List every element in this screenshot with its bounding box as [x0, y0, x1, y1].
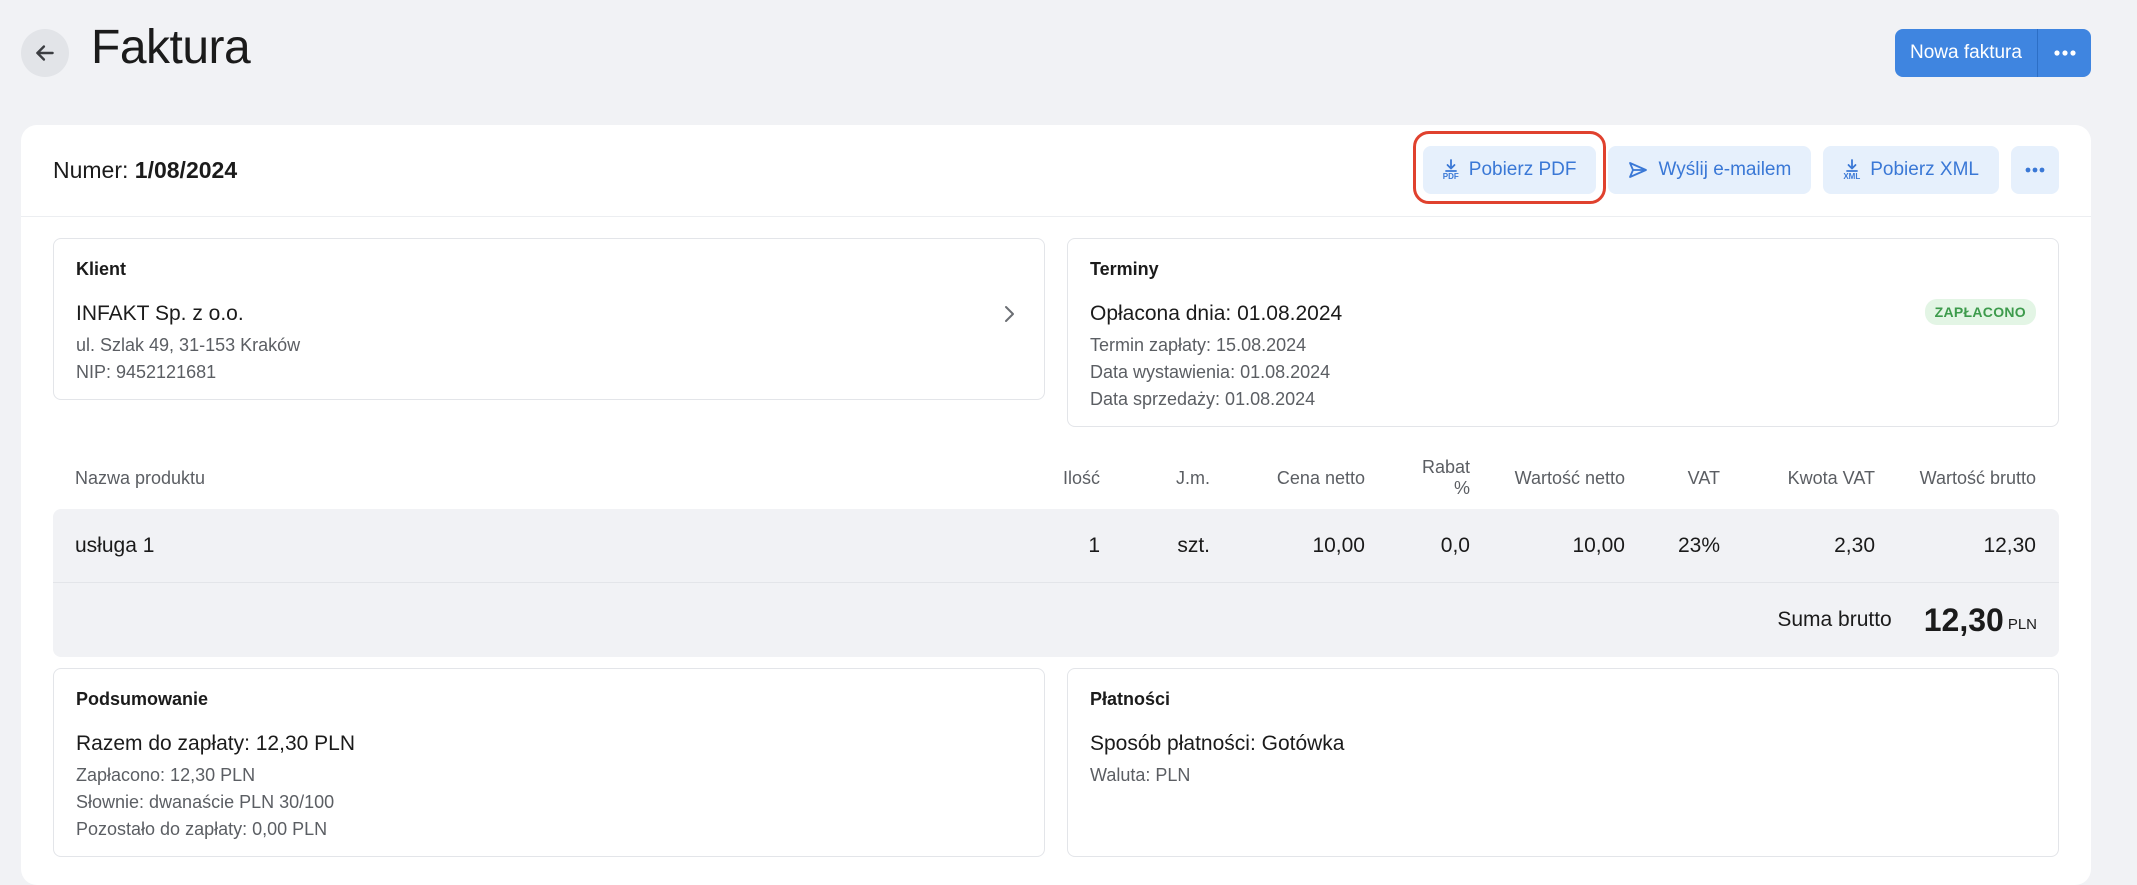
- col-gross-value: Wartość brutto: [1919, 467, 2036, 488]
- terms-title: Terminy: [1090, 259, 1159, 279]
- download-xml-label: Pobierz XML: [1870, 159, 1979, 180]
- item-discount: 0,0: [1440, 533, 1470, 557]
- item-net-value: 10,00: [1572, 533, 1625, 557]
- paid-on-date: Opłacona dnia: 01.08.2024: [1090, 302, 1343, 325]
- send-email-button[interactable]: Wyślij e-mailem: [1608, 146, 1812, 194]
- payments-title: Płatności: [1090, 689, 1171, 709]
- page-title: Faktura: [91, 21, 251, 74]
- client-address: ul. Szlak 49, 31-153 Kraków: [76, 335, 301, 355]
- client-nip: NIP: 9452121681: [76, 362, 217, 382]
- col-discount: Rabat %: [1421, 457, 1470, 498]
- payment-currency: Waluta: PLN: [1090, 765, 1191, 785]
- summary-to-pay: Razem do zapłaty: 12,30 PLN: [76, 732, 355, 755]
- total-currency: PLN: [2007, 616, 2037, 633]
- more-actions-button[interactable]: [2011, 146, 2059, 194]
- download-xml-icon: XML: [1843, 159, 1860, 181]
- client-name: INFAKT Sp. z o.o.: [76, 302, 244, 325]
- terms-box: Terminy Opłacona dnia: 01.08.2024 Termin…: [1067, 238, 2059, 427]
- item-unit: szt.: [1177, 533, 1210, 557]
- back-button[interactable]: [21, 29, 69, 77]
- new-invoice-split-button: Nowa faktura: [1895, 29, 2091, 77]
- send-icon: [1629, 162, 1648, 178]
- invoice-card: Numer: 1/08/2024 PDF Pobierz PDF Wyślij …: [21, 125, 2091, 885]
- col-vat: VAT: [1687, 467, 1720, 488]
- item-qty: 1: [1088, 533, 1100, 557]
- more-dots-icon: [2025, 167, 2045, 173]
- top-bar: Faktura Nowa faktura: [0, 0, 2137, 110]
- table-header: Nazwa produktu Ilość J.m. Cena netto Rab…: [53, 447, 2059, 509]
- item-vat: 23%: [1677, 533, 1720, 557]
- total-label: Suma brutto: [1777, 608, 1892, 631]
- total-row: Suma brutto 12,30 PLN: [53, 583, 2059, 657]
- invoice-number-label: Numer:: [53, 157, 129, 183]
- summary-title: Podsumowanie: [76, 689, 209, 709]
- invoice-number: Numer: 1/08/2024: [53, 157, 237, 184]
- summary-remaining: Pozostało do zapłaty: 0,00 PLN: [76, 819, 328, 839]
- col-name: Nazwa produktu: [75, 467, 206, 488]
- invoice-card-header: Numer: 1/08/2024 PDF Pobierz PDF Wyślij …: [21, 125, 2091, 217]
- more-dots-icon: [2053, 50, 2076, 56]
- col-net-price: Cena netto: [1276, 467, 1365, 488]
- sale-date: Data sprzedaży: 01.08.2024: [1090, 389, 1316, 409]
- issue-date: Data wystawienia: 01.08.2024: [1090, 362, 1331, 382]
- col-unit: J.m.: [1176, 467, 1210, 488]
- col-vat-amount: Kwota VAT: [1787, 467, 1875, 488]
- status-badge: ZAPŁACONO: [1924, 299, 2036, 325]
- client-box[interactable]: Klient INFAKT Sp. z o.o. ul. Szlak 49, 3…: [53, 238, 1045, 400]
- item-vat-amount: 2,30: [1834, 533, 1875, 557]
- summary-box: Podsumowanie Razem do zapłaty: 12,30 PLN…: [53, 668, 1045, 857]
- new-invoice-more-button[interactable]: [2038, 29, 2091, 77]
- download-xml-button[interactable]: XML Pobierz XML: [1823, 146, 1999, 194]
- send-email-label: Wyślij e-mailem: [1658, 159, 1792, 180]
- invoice-actions: PDF Pobierz PDF Wyślij e-mailem XML Pobi…: [1412, 131, 2059, 204]
- col-net-value: Wartość netto: [1514, 467, 1625, 488]
- arrow-left-icon: [36, 45, 54, 61]
- col-qty: Ilość: [1062, 467, 1100, 488]
- item-gross-value: 12,30: [1983, 533, 2036, 557]
- item-net-price: 10,00: [1312, 533, 1365, 557]
- download-pdf-icon: PDF: [1443, 159, 1459, 181]
- new-invoice-button[interactable]: Nowa faktura: [1895, 29, 2037, 77]
- summary-paid: Zapłacono: 12,30 PLN: [76, 765, 256, 785]
- due-date: Termin zapłaty: 15.08.2024: [1090, 335, 1307, 355]
- items-table: Nazwa produktu Ilość J.m. Cena netto Rab…: [53, 447, 2059, 657]
- chevron-right-icon[interactable]: [1002, 303, 1016, 325]
- summary-in-words: Słownie: dwanaście PLN 30/100: [76, 792, 335, 812]
- invoice-number-value: 1/08/2024: [134, 157, 238, 183]
- table-row: usługa 1 1 szt. 10,00 0,0 10,00 23% 2,30…: [53, 509, 2059, 583]
- download-pdf-button[interactable]: PDF Pobierz PDF: [1412, 131, 1607, 204]
- download-pdf-label: Pobierz PDF: [1468, 159, 1577, 180]
- payments-box: Płatności Sposób płatności: Gotówka Walu…: [1067, 668, 2059, 857]
- total-value: 12,30: [1923, 601, 2004, 638]
- client-title: Klient: [76, 259, 127, 279]
- payment-method: Sposób płatności: Gotówka: [1090, 732, 1345, 755]
- item-name: usługa 1: [75, 533, 155, 557]
